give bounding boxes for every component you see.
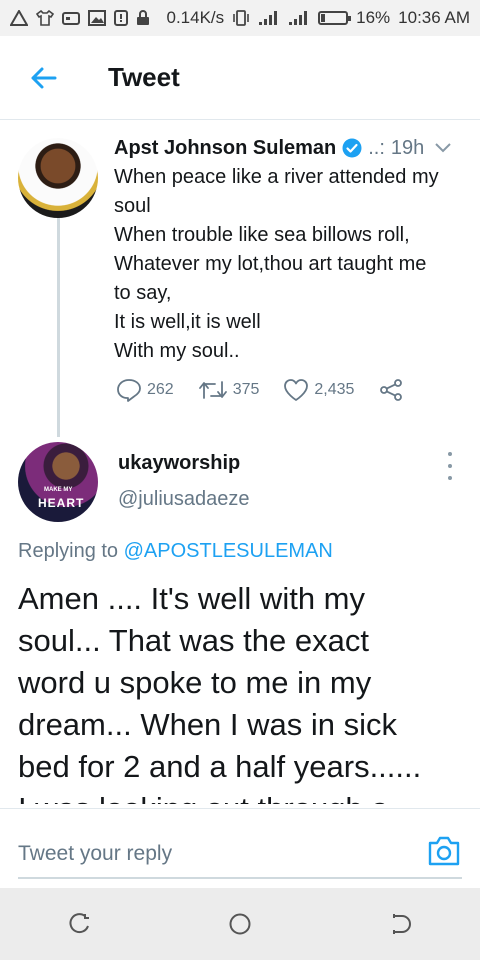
replying-to: Replying to @APOSTLESULEMAN bbox=[18, 540, 333, 563]
reply-line: dream... When I was in sick bbox=[18, 707, 398, 742]
tweet-line: to say, bbox=[114, 282, 172, 304]
share-button[interactable] bbox=[378, 378, 409, 402]
lock-icon bbox=[137, 10, 149, 25]
notification-icons bbox=[10, 10, 150, 26]
back-button[interactable] bbox=[0, 36, 86, 120]
back-nav-icon bbox=[393, 914, 411, 934]
network-speed: 0.14K/s bbox=[166, 8, 225, 27]
camera-icon[interactable] bbox=[426, 834, 462, 868]
system-indicators: 0.14K/s 16% 10:36 AM bbox=[166, 8, 470, 28]
page-title: Tweet bbox=[108, 62, 180, 92]
more-dot-icon bbox=[448, 476, 452, 480]
share-icon bbox=[380, 379, 403, 401]
reply-text: Amen .... It's well with my soul... That… bbox=[18, 578, 468, 804]
retweet-count: 375 bbox=[232, 381, 260, 398]
reply-line: Amen .... It's well with my bbox=[18, 581, 365, 616]
heart-icon bbox=[284, 379, 309, 401]
tweet-time: 19h bbox=[390, 136, 425, 159]
tweet-actions: 262 375 2,435 bbox=[116, 378, 433, 402]
reply-button[interactable]: 262 bbox=[116, 378, 174, 402]
replying-mention-link[interactable]: @APOSTLESULEMAN bbox=[124, 540, 333, 562]
reply-author-handle: @juliusadaeze bbox=[118, 488, 250, 510]
reply-author-name[interactable]: ukayworship bbox=[118, 452, 240, 475]
tweet-text: When peace like a river attended my soul… bbox=[114, 163, 466, 366]
signal-icon bbox=[259, 11, 278, 25]
like-count: 2,435 bbox=[314, 381, 355, 398]
replying-prefix: Replying to bbox=[18, 540, 119, 562]
author-avatar[interactable] bbox=[18, 138, 98, 218]
more-dot-icon bbox=[448, 452, 452, 456]
reply-input[interactable] bbox=[18, 831, 462, 879]
reply-line: I was looking out through a bbox=[18, 788, 468, 804]
gamepad-icon bbox=[62, 12, 80, 25]
retweet-button[interactable]: 375 bbox=[198, 379, 260, 401]
app-bar: Tweet bbox=[0, 36, 480, 120]
back-arrow-icon bbox=[31, 67, 57, 88]
shirt-icon bbox=[36, 10, 54, 26]
warning-icon bbox=[10, 10, 28, 26]
system-nav-bar bbox=[0, 888, 480, 960]
tweet-line: When trouble like sea billows roll, bbox=[114, 224, 410, 246]
tweet-line: It is well,it is well bbox=[114, 311, 261, 333]
tweet-separator: ..: bbox=[368, 136, 385, 159]
thread-connector bbox=[57, 192, 60, 437]
tweet-line: When peace like a river attended my bbox=[114, 166, 439, 188]
retweet-icon bbox=[198, 381, 227, 399]
clock: 10:36 AM bbox=[398, 8, 470, 27]
tweet-line: With my soul.. bbox=[114, 340, 240, 362]
recents-icon bbox=[69, 913, 89, 934]
avatar-text: HEART bbox=[38, 487, 84, 510]
author-name[interactable]: Apst Johnson Suleman bbox=[114, 137, 336, 160]
battery-level bbox=[321, 14, 326, 22]
more-dot-icon bbox=[448, 464, 452, 468]
like-button[interactable]: 2,435 bbox=[283, 378, 354, 402]
reply-author-avatar[interactable]: HEART bbox=[18, 442, 98, 522]
status-bar: 0.14K/s 16% 10:36 AM bbox=[0, 0, 480, 36]
battery-percent: 16% bbox=[356, 8, 391, 27]
home-icon bbox=[229, 913, 251, 935]
chevron-down-icon[interactable] bbox=[434, 142, 452, 154]
recents-button[interactable] bbox=[50, 894, 110, 954]
reply-icon bbox=[117, 379, 141, 402]
verified-badge-icon bbox=[342, 138, 362, 158]
tweet-line: Whatever my lot,thou art taught me bbox=[114, 253, 427, 275]
reply-line: soul... That was the exact bbox=[18, 623, 369, 658]
reply-line: word u spoke to me in my bbox=[18, 665, 372, 700]
sim-alert-icon bbox=[114, 10, 128, 26]
reply-composer bbox=[0, 808, 480, 888]
home-button[interactable] bbox=[210, 894, 270, 954]
vibrate-icon bbox=[233, 10, 249, 26]
image-icon bbox=[88, 10, 106, 26]
reply-line: bed for 2 and a half years...... bbox=[18, 749, 422, 784]
battery-icon bbox=[318, 11, 352, 25]
more-options-button[interactable] bbox=[444, 452, 456, 480]
tweet-header: Apst Johnson Suleman ..: 19h bbox=[114, 133, 460, 163]
back-nav-button[interactable] bbox=[370, 894, 430, 954]
signal-2-icon bbox=[289, 11, 308, 25]
tweet-line: soul bbox=[114, 195, 151, 217]
reply-count: 262 bbox=[147, 381, 174, 398]
